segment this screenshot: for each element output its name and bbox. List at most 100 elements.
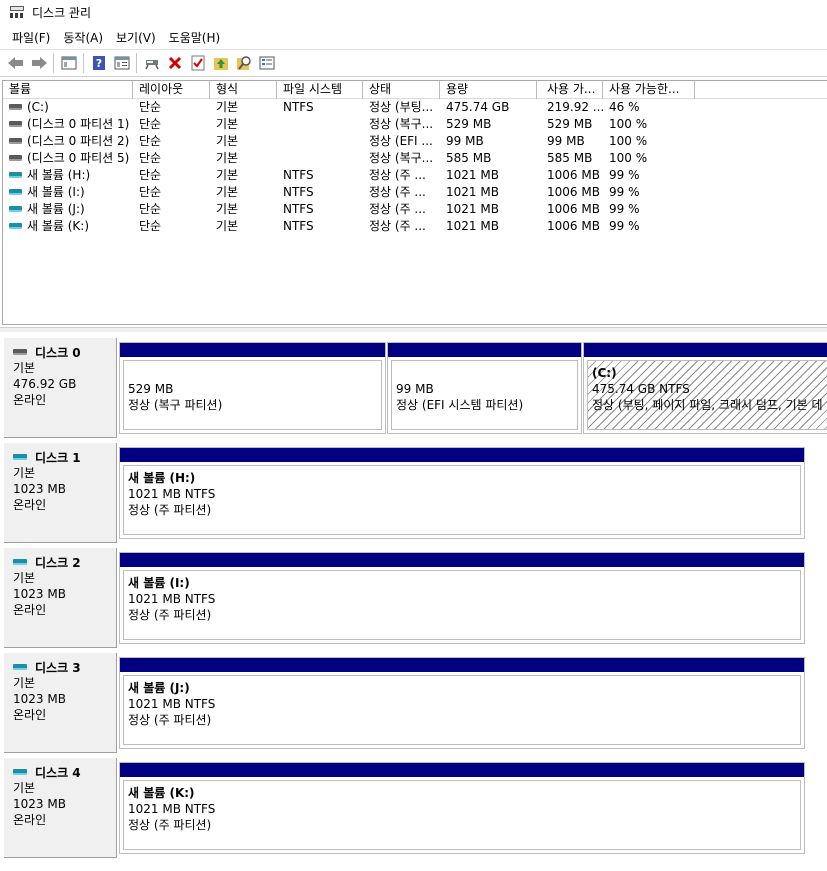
cell-capacity: 1021 MB [446,168,499,182]
menu-view[interactable]: 보기(V) [110,27,162,48]
disk-size: 1023 MB [13,587,66,601]
disk-name-text: 디스크 2 [35,555,81,570]
volume-icon [9,206,22,212]
forward-icon[interactable] [27,52,50,74]
volume-row[interactable]: 새 볼륨 (J:) 단순 기본 NTFS 정상 (주 ... 1021 MB 1006 MB… [3,201,827,218]
partition-name [128,365,381,381]
back-icon[interactable] [4,52,27,74]
column-header-capacity[interactable]: 용량 [440,81,537,99]
partition-block[interactable]: 새 볼륨 (I:) 1021 MB NTFS 정상 (주 파티션) [119,552,805,644]
cell-type: 기본 [216,151,239,165]
column-header-free-space[interactable]: 사용 가... [537,81,603,99]
cell-free-space: 1006 MB [547,219,600,233]
volume-icon [9,104,22,110]
partition-size: 1021 MB NTFS [128,487,216,501]
disk-label[interactable]: 디스크 2 기본 1023 MB 온라인 [4,548,117,648]
column-header-volume[interactable]: 볼륨 [3,81,133,99]
partition-block[interactable]: 새 볼륨 (J:) 1021 MB NTFS 정상 (주 파티션) [119,657,805,749]
folder-up-icon[interactable] [209,52,232,74]
cell-status: 정상 (복구... [369,151,434,165]
search-icon[interactable] [232,52,255,74]
console-icon[interactable] [57,52,80,74]
cell-free-space: 1006 MB [547,202,600,216]
partition-block[interactable]: 99 MB 정상 (EFI 시스템 파티션) [387,342,582,434]
cell-percent-free: 99 % [609,185,640,199]
cell-percent-free: 100 % [609,134,648,148]
partition-size: 475.74 GB NTFS [592,382,690,396]
disk-icon [13,664,27,670]
volume-label: (C:) [27,100,49,114]
partition-status: 정상 (주 파티션) [128,608,212,622]
pane-splitter[interactable] [0,327,827,332]
cell-status: 정상 (주 ... [369,168,426,182]
delete-icon[interactable] [163,52,186,74]
column-header-type[interactable]: 형식 [210,81,277,99]
disk-status: 온라인 [13,603,47,617]
menu-file[interactable]: 파일(F) [6,27,56,48]
menu-action[interactable]: 동작(A) [57,27,109,48]
volume-row[interactable]: (C:) 단순 기본 NTFS 정상 (부팅... 475.74 GB 219.92 ...… [3,99,827,116]
disk-name-text: 디스크 1 [35,450,81,465]
disk-label[interactable]: 디스크 0 기본 476.92 GB 온라인 [4,338,117,438]
volume-row[interactable]: (디스크 0 파티션 2) 단순 기본 정상 (EFI ... 99 MB 99 MB 10… [3,133,827,150]
disk-label[interactable]: 디스크 4 기본 1023 MB 온라인 [4,758,117,858]
partition-status: 정상 (복구 파티션) [128,398,223,412]
partition-block[interactable]: (C:) 475.74 GB NTFS 정상 (부팅, 페이지 파일, 크래시 덤프… [583,342,827,434]
disk-type: 기본 [13,676,36,690]
disk-name: 디스크 3 [13,659,116,675]
partition-size: 1021 MB NTFS [128,697,216,711]
help-icon[interactable]: ? [87,52,110,74]
disk-status: 온라인 [13,708,47,722]
cell-filesystem: NTFS [283,185,314,199]
connect-icon[interactable] [140,52,163,74]
column-header-percent-free[interactable]: 사용 가능한... [603,81,695,99]
partition-color-bar [120,658,804,672]
disk-name: 디스크 0 [13,344,116,360]
volume-label: 새 볼륨 (K:) [27,219,90,233]
column-header-status[interactable]: 상태 [363,81,440,99]
volume-list[interactable]: 볼륨 레이아웃 형식 파일 시스템 상태 용량 사용 가... 사용 가능한..… [2,80,827,325]
volume-row[interactable]: (디스크 0 파티션 5) 단순 기본 정상 (복구... 585 MB 585 MB 10… [3,150,827,167]
cell-filesystem: NTFS [283,168,314,182]
partition-block[interactable]: 새 볼륨 (K:) 1021 MB NTFS 정상 (주 파티션) [119,762,805,854]
volume-label: 새 볼륨 (J:) [27,202,85,216]
partition-block[interactable]: 새 볼륨 (H:) 1021 MB NTFS 정상 (주 파티션) [119,447,805,539]
cell-percent-free: 99 % [609,202,640,216]
cell-free-space: 99 MB [547,134,585,148]
volume-row[interactable]: (디스크 0 파티션 1) 단순 기본 정상 (복구... 529 MB 529 MB 10… [3,116,827,133]
volume-icon [9,189,22,195]
disk-label[interactable]: 디스크 1 기본 1023 MB 온라인 [4,443,117,543]
volume-icon [9,121,22,127]
cell-filesystem [277,133,363,150]
cell-layout: 단순 [139,168,162,182]
volume-row[interactable]: 새 볼륨 (I:) 단순 기본 NTFS 정상 (주 ... 1021 MB 1006 MB… [3,184,827,201]
cell-capacity: 99 MB [446,134,484,148]
volume-label: (디스크 0 파티션 1) [27,117,130,131]
cell-volume-name: (디스크 0 파티션 5) [3,150,133,167]
disk-label[interactable]: 디스크 3 기본 1023 MB 온라인 [4,653,117,753]
cell-layout: 단순 [139,185,162,199]
volume-icon [9,172,22,178]
partition-body: 99 MB 정상 (EFI 시스템 파티션) [391,360,578,430]
partition-status: 정상 (주 파티션) [128,713,212,727]
partition-block[interactable]: 529 MB 정상 (복구 파티션) [119,342,386,434]
partition-name: 새 볼륨 (I:) [128,576,190,590]
volume-row[interactable]: 새 볼륨 (K:) 단순 기본 NTFS 정상 (주 ... 1021 MB 1006 MB… [3,218,827,235]
partition-name: 새 볼륨 (K:) [128,786,195,800]
disk-status: 온라인 [13,393,47,407]
cell-status: 정상 (EFI ... [369,134,433,148]
column-header-layout[interactable]: 레이아웃 [133,81,210,99]
check-icon[interactable] [186,52,209,74]
properties-icon[interactable] [110,52,133,74]
cell-volume-name: (디스크 0 파티션 2) [3,133,133,150]
list-icon[interactable] [255,52,278,74]
column-header-filesystem[interactable]: 파일 시스템 [277,81,363,99]
disk-row: 디스크 3 기본 1023 MB 온라인 새 볼륨 (J:) 1021 MB NTFS 정상… [4,653,827,753]
menu-help[interactable]: 도움말(H) [163,27,227,48]
disk-name: 디스크 2 [13,554,116,570]
cell-capacity: 475.74 GB [446,100,510,114]
cell-status: 정상 (주 ... [369,185,426,199]
cell-type: 기본 [216,117,239,131]
volume-row[interactable]: 새 볼륨 (H:) 단순 기본 NTFS 정상 (주 ... 1021 MB 1006 MB… [3,167,827,184]
partition-color-bar [584,343,827,357]
